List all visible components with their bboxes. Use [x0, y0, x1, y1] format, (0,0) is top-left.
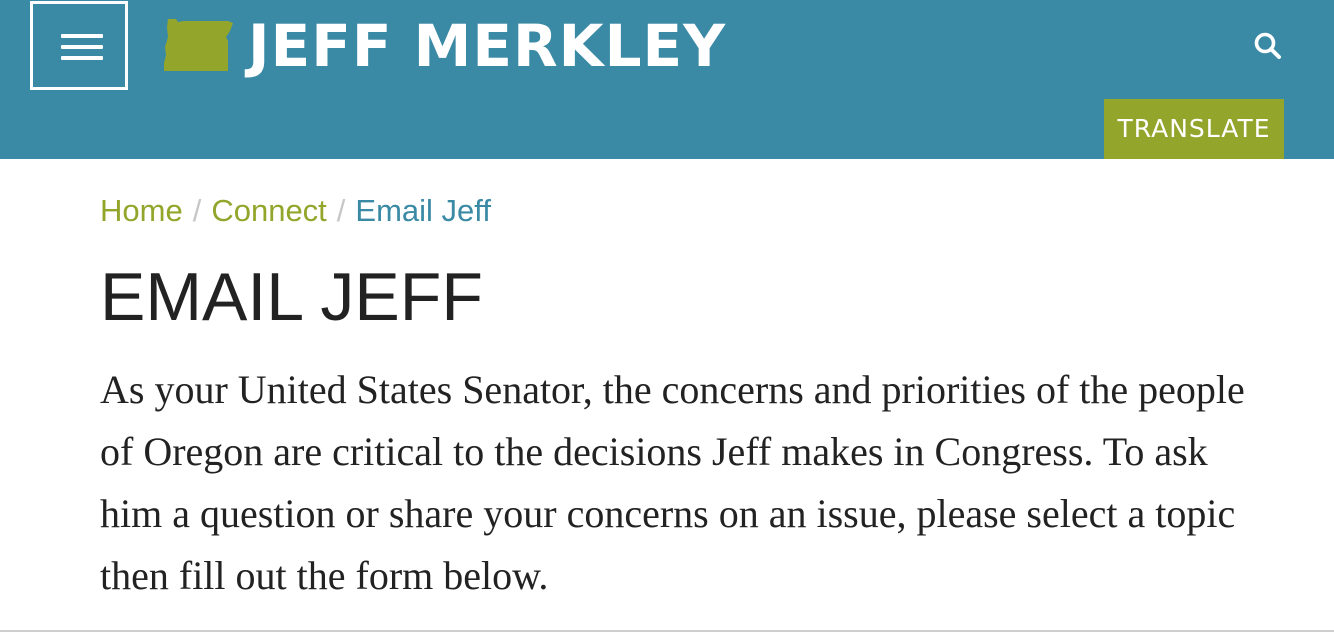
breadcrumb-home-link[interactable]: Home: [100, 193, 183, 228]
hamburger-menu-icon-bar: [61, 56, 103, 60]
section-divider: [0, 630, 1334, 632]
intro-paragraph: As your United States Senator, the conce…: [100, 367, 1245, 598]
menu-button[interactable]: [30, 1, 128, 90]
breadcrumb-separator: /: [336, 193, 346, 228]
breadcrumb-current-page: Email Jeff: [355, 193, 491, 228]
search-icon: [1254, 32, 1281, 59]
breadcrumb-connect-link[interactable]: Connect: [211, 193, 326, 228]
search-button[interactable]: [1250, 28, 1286, 64]
translate-button[interactable]: TRANSLATE: [1104, 99, 1284, 159]
hamburger-menu-icon: [61, 34, 103, 38]
breadcrumb: Home / Connect / Email Jeff: [100, 190, 491, 232]
site-logo-text: JEFF MERKLEY: [248, 12, 727, 80]
site-header: JEFF MERKLEY TRANSLATE: [0, 0, 1334, 159]
page-title: EMAIL JEFF: [100, 259, 483, 335]
hamburger-menu-icon-bar: [61, 45, 103, 49]
breadcrumb-separator: /: [192, 193, 202, 228]
oregon-state-icon: [164, 19, 233, 71]
site-logo[interactable]: JEFF MERKLEY: [162, 14, 726, 78]
